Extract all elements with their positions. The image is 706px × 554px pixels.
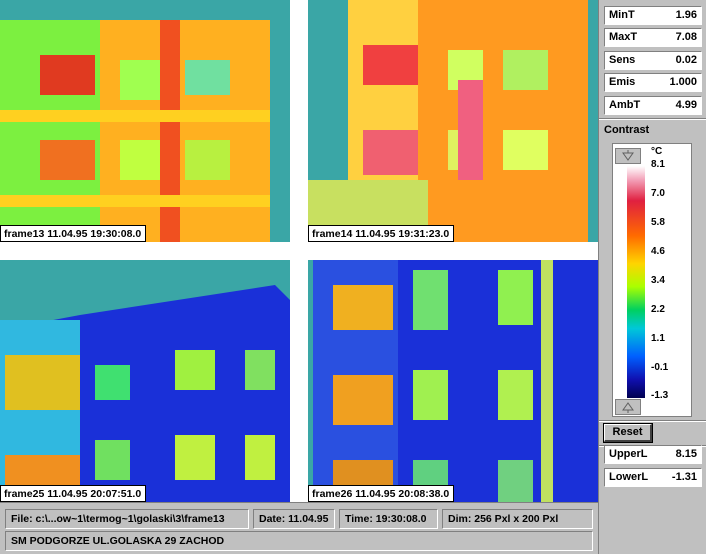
status-time: Time: 19:30:08.0 (339, 509, 438, 529)
reset-button[interactable]: Reset (603, 423, 653, 443)
status-bar: File: c:\...ow~1\termog~1\golaski\3\fram… (0, 502, 598, 554)
limit-key: LowerL (609, 471, 649, 483)
thermal-image-13 (0, 0, 290, 242)
frame-label: frame13 11.04.95 19:30:08.0 (0, 225, 147, 242)
frame-label: frame26 11.04.95 20:08:38.0 (308, 485, 455, 502)
param-value: 1.96 (675, 9, 697, 21)
param-maxt: MaxT 7.08 (604, 28, 702, 47)
param-value: 0.02 (675, 54, 697, 66)
scale-unit: °C (651, 146, 663, 157)
thermal-image-grid: frame13 11.04.95 19:30:08.0 frame14 11.0… (0, 0, 598, 502)
status-date: Date: 11.04.95 (253, 509, 335, 529)
status-dimensions: Dim: 256 Pxl x 200 Pxl (442, 509, 593, 529)
frame-label: frame14 11.04.95 19:31:23.0 (308, 225, 455, 242)
scale-tick: 2.2 (651, 304, 665, 315)
thermal-image-14 (308, 0, 598, 242)
scale-tick: -0.1 (651, 362, 669, 373)
arrow-up-icon (622, 402, 634, 413)
param-sens: Sens 0.02 (604, 51, 702, 70)
scale-down-button[interactable] (615, 399, 641, 415)
param-key: AmbT (609, 99, 641, 111)
thermal-frame-25[interactable]: frame25 11.04.95 20:07:51.0 (0, 260, 290, 502)
scale-tick: 8.1 (651, 159, 665, 170)
param-ambt: AmbT 4.99 (604, 96, 702, 115)
divider (599, 420, 706, 422)
param-key: MaxT (609, 31, 638, 43)
status-caption: SM PODGORZE UL.GOLASKA 29 ZACHOD (5, 531, 593, 551)
contrast-title: Contrast (604, 124, 650, 136)
upper-limit-field[interactable]: UpperL 8.15 (604, 445, 702, 464)
param-value: 1.000 (669, 76, 697, 88)
scale-tick: 7.0 (651, 188, 665, 199)
frame-label: frame25 11.04.95 20:07:51.0 (0, 485, 147, 502)
param-key: Sens (609, 54, 636, 66)
thermal-frame-26[interactable]: frame26 11.04.95 20:08:38.0 (308, 260, 598, 502)
param-mint: MinT 1.96 (604, 6, 702, 25)
lower-limit-field[interactable]: LowerL -1.31 (604, 468, 702, 487)
colorbar (627, 166, 645, 398)
param-emis: Emis 1.000 (604, 73, 702, 92)
status-file: File: c:\...ow~1\termog~1\golaski\3\fram… (5, 509, 249, 529)
scale-tick: 1.1 (651, 333, 665, 344)
thermal-image-26 (308, 260, 598, 502)
param-key: Emis (609, 76, 636, 88)
param-key: MinT (609, 9, 635, 21)
parameters-panel: MinT 1.96 MaxT 7.08 Sens 0.02 Emis 1.000… (598, 0, 706, 554)
limit-value: -1.31 (671, 471, 697, 483)
thermal-image-25 (0, 260, 290, 502)
thermal-frame-14[interactable]: frame14 11.04.95 19:31:23.0 (308, 0, 598, 242)
arrow-down-icon (622, 150, 634, 161)
param-value: 4.99 (675, 99, 697, 111)
divider (599, 118, 706, 120)
limit-key: UpperL (609, 448, 648, 460)
scale-tick: 5.8 (651, 217, 665, 228)
thermal-frame-13[interactable]: frame13 11.04.95 19:30:08.0 (0, 0, 290, 242)
scale-tick: -1.3 (651, 390, 669, 401)
color-scale: °C 8.1 7.0 5.8 4.6 3.4 2.2 1.1 -0.1 -1.3 (612, 143, 692, 417)
scale-tick: 4.6 (651, 246, 665, 257)
limit-value: 8.15 (675, 448, 697, 460)
param-value: 7.08 (675, 31, 697, 43)
scale-tick: 3.4 (651, 275, 665, 286)
scale-up-button[interactable] (615, 148, 641, 164)
